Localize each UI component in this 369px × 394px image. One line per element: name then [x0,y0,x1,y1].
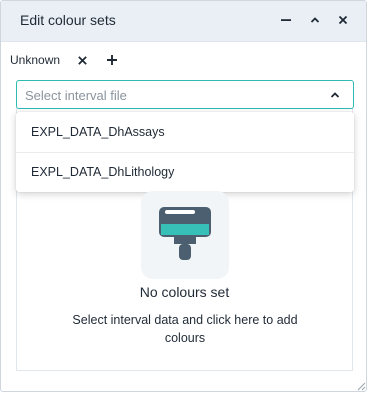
tab-bar: Unknown [1,42,366,76]
chevron-up-icon [310,17,320,23]
empty-state-icon-container [141,191,229,279]
title-bar: Edit colour sets [1,1,366,42]
add-tab-button[interactable] [103,51,121,69]
empty-state-title: No colours set [139,284,230,300]
plus-icon [107,55,117,65]
minimize-icon [281,19,291,21]
close-icon [338,15,348,25]
minimize-button[interactable] [275,9,297,31]
panel-title: Edit colour sets [20,12,116,28]
collapse-button[interactable] [304,9,326,31]
close-button[interactable] [332,9,354,31]
dropdown-option[interactable]: EXPL_DATA_DhLithology [16,152,354,192]
select-placeholder: Select interval file [25,88,127,103]
interval-file-dropdown: EXPL_DATA_DhAssays EXPL_DATA_DhLithology [16,112,354,192]
dropdown-option[interactable]: EXPL_DATA_DhAssays [16,112,354,152]
interval-file-select[interactable]: Select interval file [16,80,354,109]
chevron-up-icon [330,92,340,98]
close-icon [77,55,87,65]
paint-roller-icon [159,207,211,260]
tab-close-button[interactable] [73,51,91,69]
tab-unknown[interactable]: Unknown [10,53,60,67]
empty-state-description[interactable]: Select interval data and click here to a… [54,311,316,347]
resize-handle-icon[interactable] [357,382,366,391]
